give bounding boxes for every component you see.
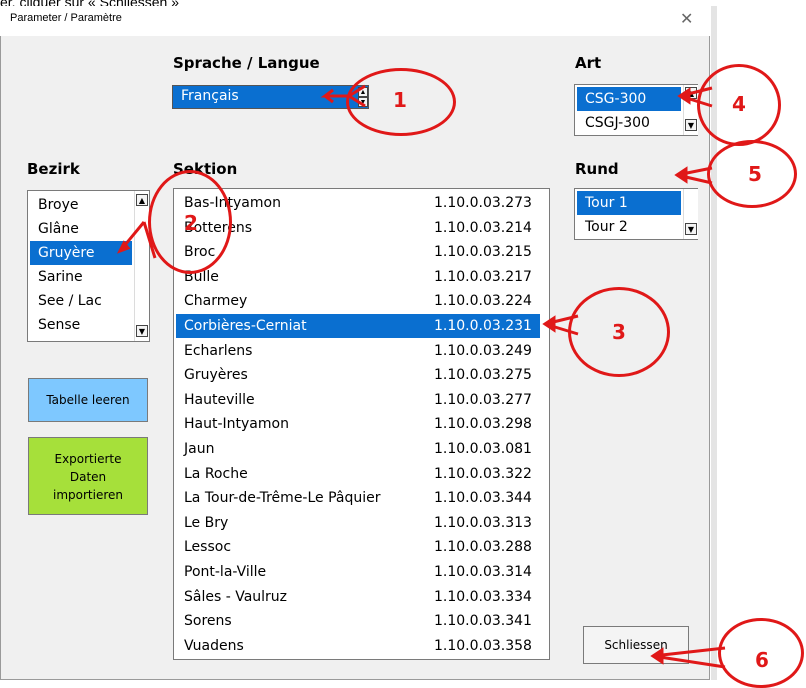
arrow-1 (320, 88, 348, 104)
callout-number-5: 5 (748, 162, 762, 186)
callout-number-2: 2 (184, 211, 198, 235)
callout-number-3: 3 (612, 320, 626, 344)
arrow-6 (652, 646, 726, 669)
callout-number-4: 4 (732, 92, 746, 116)
callout-number-6: 6 (755, 648, 769, 672)
callout-number-1: 1 (393, 88, 407, 112)
